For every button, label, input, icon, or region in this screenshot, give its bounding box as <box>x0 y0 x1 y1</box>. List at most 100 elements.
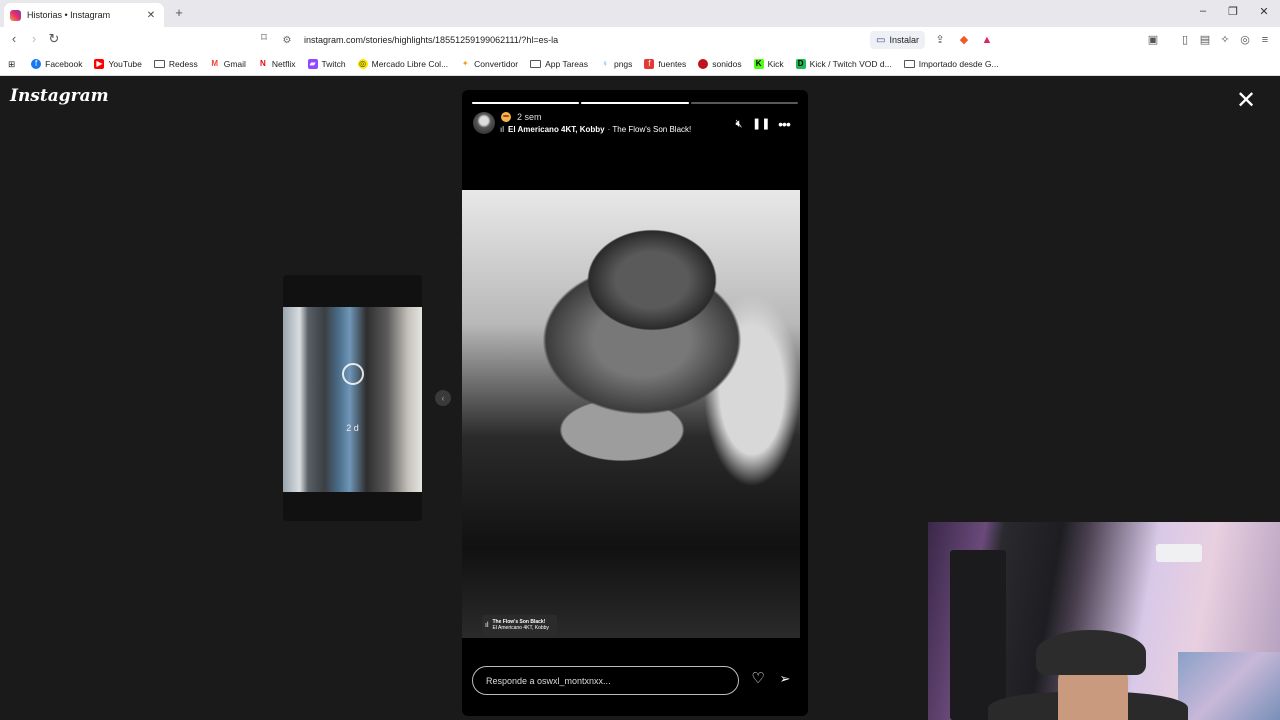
story-time: 2 sem <box>517 112 542 122</box>
bookmark-label: sonidos <box>712 59 742 69</box>
bookmark-pngs[interactable]: ♀ pngs <box>599 59 633 69</box>
bookmark-label: fuentes <box>658 59 687 69</box>
tab-title: Historias • Instagram <box>27 10 111 20</box>
laptop-icon: ▭ <box>876 34 886 46</box>
share-icon[interactable]: ⇪ <box>932 32 948 48</box>
bookmark-label: pngs <box>613 59 633 69</box>
youtube-icon: ▶ <box>94 59 105 69</box>
restore-button[interactable]: ❐ <box>1223 5 1243 18</box>
bookmark-youtube[interactable]: ▶ YouTube <box>94 59 142 69</box>
bookmark-label: Redess <box>168 59 198 69</box>
muted-speaker-icon[interactable]: 🔇︎ <box>731 117 747 131</box>
previous-story-preview[interactable]: 2 d <box>283 275 422 521</box>
preview-age: 2 d <box>346 423 359 433</box>
bookmark-kick-vod[interactable]: D Kick / Twitch VOD d... <box>795 59 892 69</box>
highlight-emoji-icon <box>501 112 511 122</box>
bookmark-importado[interactable]: Importado desde G... <box>903 59 999 69</box>
progress-segment <box>690 102 798 104</box>
bookmark-kick[interactable]: K Kick <box>753 59 784 69</box>
music-attribution[interactable]: ıl El Americano 4KT, Kobby · The Flow's … <box>500 125 691 134</box>
site-settings-icon[interactable]: ⚙ <box>280 35 294 46</box>
previous-story-arrow-icon[interactable]: ‹ <box>435 390 451 406</box>
story-progress-bar <box>472 102 798 104</box>
bookmarks-bar: ⊞ f Facebook ▶ YouTube Redess M Gmail N Netf… <box>0 53 1280 76</box>
fuentes-icon: f <box>644 59 655 69</box>
bookmark-mercadolibre[interactable]: ◎ Mercado Libre Col... <box>357 59 448 69</box>
bookmark-redess[interactable]: Redess <box>153 59 198 69</box>
bookmark-icon[interactable]: ⌑ <box>256 31 272 44</box>
close-window-button[interactable]: ✕ <box>1254 5 1274 18</box>
menu-icon[interactable]: ≡ <box>1257 32 1273 48</box>
music-title: · The Flow's Son Black! <box>607 125 692 134</box>
story-header: 2 sem <box>501 112 542 122</box>
forward-icon[interactable]: › <box>26 31 42 46</box>
close-stories-icon[interactable]: ✕ <box>1234 89 1258 113</box>
webcam-air-conditioner <box>1156 544 1202 562</box>
brave-rewards-icon[interactable]: ▲ <box>979 32 995 48</box>
bookmark-label: Importado desde G... <box>918 59 999 69</box>
like-heart-icon[interactable]: ♡ <box>749 670 767 688</box>
webcam-cowboy-hat <box>1036 630 1146 675</box>
progress-fill <box>581 102 689 104</box>
tab-instagram[interactable]: Historias • Instagram ✕ <box>4 3 164 27</box>
bookmark-label: Kick <box>767 59 784 69</box>
music-sticker-icon: ıl <box>485 621 489 629</box>
leo-ai-icon[interactable]: ✧ <box>1217 32 1233 48</box>
convertidor-icon: ✦ <box>460 59 471 69</box>
apps-grid-icon[interactable]: ⊞ <box>8 59 15 70</box>
bookmark-netflix[interactable]: N Netflix <box>257 59 296 69</box>
install-app-button[interactable]: ▭ Instalar <box>870 31 925 49</box>
sidebar-icon[interactable]: ▯ <box>1177 32 1193 48</box>
story-photo <box>462 190 800 638</box>
bookmark-label: Kick / Twitch VOD d... <box>809 59 892 69</box>
install-label: Instalar <box>889 35 919 45</box>
pause-icon[interactable]: ❚❚ <box>752 117 770 131</box>
progress-fill <box>472 102 580 104</box>
folder-icon <box>153 60 165 68</box>
story-card[interactable]: 2 sem ıl El Americano 4KT, Kobby · The F… <box>462 90 808 716</box>
avatar[interactable] <box>473 112 495 134</box>
bookmark-label: Convertidor <box>474 59 519 69</box>
new-tab-button[interactable]: + <box>172 5 186 20</box>
back-icon[interactable]: ‹ <box>6 31 22 46</box>
bookmark-gmail[interactable]: M Gmail <box>209 59 246 69</box>
reload-icon[interactable]: ↻ <box>46 31 62 47</box>
music-sticker[interactable]: ıl The Flow's Son Black! El Americano 4KT… <box>482 615 557 635</box>
wallet-icon[interactable]: ▤ <box>1197 32 1213 48</box>
send-direct-icon[interactable]: ➢ <box>776 670 794 688</box>
bookmark-facebook[interactable]: f Facebook <box>31 59 82 69</box>
tab-close-icon[interactable]: ✕ <box>144 10 158 21</box>
bookmark-label: Netflix <box>271 59 296 69</box>
mercadolibre-icon: ◎ <box>357 59 368 69</box>
bookmark-twitch[interactable]: ▰ Twitch <box>307 59 346 69</box>
kick-icon: K <box>753 59 764 69</box>
bookmark-fuentes[interactable]: f fuentes <box>644 59 686 69</box>
reply-input[interactable]: Responde a oswxl_montxnxx... <box>472 666 739 695</box>
instagram-favicon-icon <box>10 9 21 21</box>
facebook-icon: f <box>31 59 42 69</box>
webcam-bed <box>1178 652 1280 720</box>
bookmark-label: YouTube <box>108 59 142 69</box>
pngs-icon: ♀ <box>599 59 610 69</box>
bookmark-app-tareas[interactable]: App Tareas <box>530 59 588 69</box>
brave-shields-icon[interactable]: ◆ <box>956 32 972 48</box>
reading-mode-icon[interactable]: ▣ <box>1145 32 1161 48</box>
folder-icon <box>530 60 542 68</box>
more-options-icon[interactable]: ••• <box>776 117 792 131</box>
sticker-artists: El Americano 4KT, Kobby <box>492 625 549 631</box>
music-artists: El Americano 4KT, Kobby <box>508 125 605 134</box>
bookmark-convertidor[interactable]: ✦ Convertidor <box>460 59 518 69</box>
preview-image <box>283 307 422 492</box>
progress-segment <box>472 102 580 104</box>
netflix-icon: N <box>257 59 268 69</box>
vpn-icon[interactable]: ◎ <box>1237 32 1253 48</box>
bookmark-label: Twitch <box>321 59 346 69</box>
gmail-icon: M <box>209 59 220 69</box>
bookmark-label: App Tareas <box>545 59 588 69</box>
bookmark-label: Facebook <box>45 59 83 69</box>
bookmark-label: Gmail <box>223 59 246 69</box>
instagram-logo[interactable]: Instagram <box>10 86 109 106</box>
minimize-button[interactable]: – <box>1193 5 1213 17</box>
webcam-fridge <box>950 550 1006 720</box>
bookmark-sonidos[interactable]: sonidos <box>698 59 742 69</box>
